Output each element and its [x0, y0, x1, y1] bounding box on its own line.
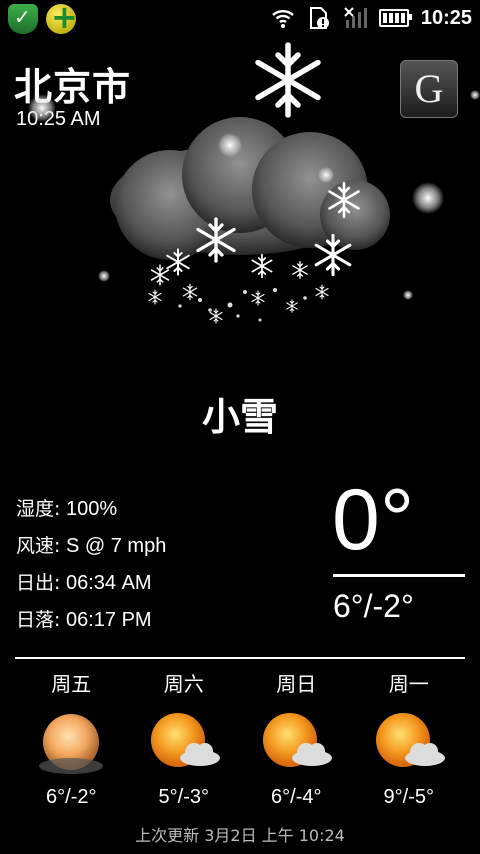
- forecast-day-name: 周五: [51, 672, 92, 696]
- detail-sunrise: 日出: 06:34 AM: [16, 568, 166, 605]
- wifi-icon: [272, 10, 294, 28]
- detail-value: 100%: [65, 498, 118, 520]
- forecast-day[interactable]: 周五 6°/-2°: [15, 668, 128, 809]
- current-high-low: 6°/-2°: [333, 588, 414, 624]
- sun-cloud-icon: [263, 713, 333, 767]
- last-updated: 上次更新 3月2日 上午 10:24: [135, 826, 345, 845]
- detail-wind: 风速: S @ 7 mph: [16, 531, 166, 568]
- detail-value: S @ 7 mph: [65, 535, 167, 557]
- forecast-divider: [15, 657, 465, 659]
- detail-humidity: 湿度: 100%: [16, 494, 166, 531]
- sun-cloud-icon: [150, 713, 220, 767]
- forecast-range: 6°/-2°: [46, 786, 97, 808]
- detail-label: 日出:: [16, 572, 61, 594]
- forecast-day[interactable]: 周一 9°/-5°: [353, 668, 466, 809]
- weather-details: 湿度: 100% 风速: S @ 7 mph 日出: 06:34 AM 日落: …: [16, 494, 166, 642]
- detail-label: 日落:: [16, 609, 61, 631]
- forecast-day[interactable]: 周六 5°/-3°: [128, 668, 241, 809]
- sim-alert-icon: [309, 7, 329, 29]
- forecast-range: 5°/-3°: [158, 786, 209, 808]
- forecast-day-name: 周六: [163, 672, 204, 696]
- current-condition: 小雪: [201, 395, 278, 439]
- forecast-day-name: 周一: [388, 672, 429, 696]
- detail-value: 06:34 AM: [65, 572, 152, 594]
- sun-cloud-icon: [375, 713, 445, 767]
- forecast-range: 9°/-5°: [383, 786, 434, 808]
- forecast-day-name: 周日: [276, 672, 317, 696]
- snow-cloud-icon: [28, 30, 480, 324]
- status-time: 10:25: [420, 6, 472, 29]
- detail-label: 风速:: [16, 535, 61, 557]
- battery-icon: [378, 9, 412, 27]
- forecast-range: 6°/-4°: [271, 786, 322, 808]
- hazy-sun-icon: [39, 714, 104, 774]
- signal-icon: [344, 7, 367, 28]
- current-temperature: 0°: [332, 472, 415, 568]
- forecast-day[interactable]: 周日 6°/-4°: [240, 668, 353, 809]
- forecast-row: 周五 6°/-2° 周六 5°/-3° 周日 6°/-4° 周一 9°/-5°: [15, 668, 465, 809]
- detail-sunset: 日落: 06:17 PM: [16, 605, 166, 642]
- detail-value: 06:17 PM: [65, 609, 152, 631]
- detail-label: 湿度:: [16, 498, 61, 520]
- temperature-divider: [333, 574, 465, 577]
